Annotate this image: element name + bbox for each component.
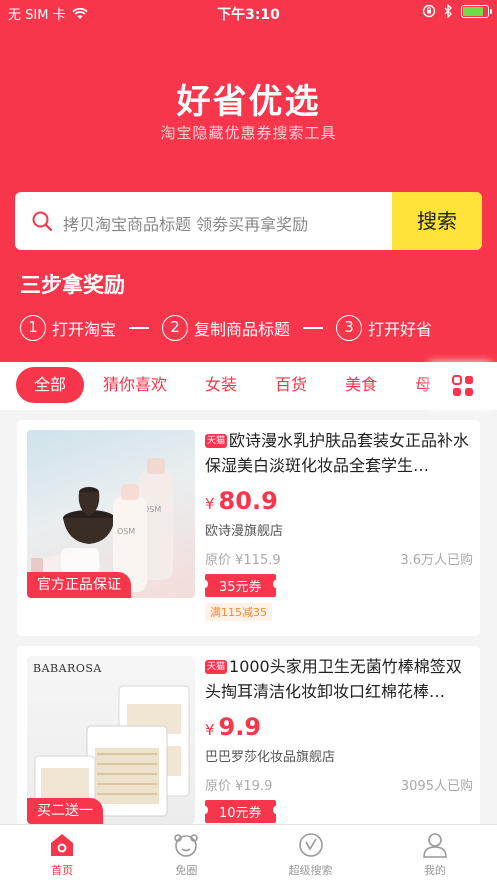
rotation-lock-icon <box>422 4 436 18</box>
bear-icon <box>174 834 199 857</box>
product-image[interactable]: BABAROSA 买二送一 <box>27 656 195 824</box>
svg-text:OSM: OSM <box>117 527 135 536</box>
category-tabs: 全部 猜你喜欢 女装 百货 美食 母 <box>0 362 497 410</box>
tab-food[interactable]: 美食 <box>326 367 396 403</box>
step-number: 1 <box>20 315 46 341</box>
nav-home[interactable]: 首页 <box>0 825 124 883</box>
coupon-badge[interactable]: 35元券 <box>202 574 279 597</box>
steps-title: 三步拿奖励 <box>20 273 125 297</box>
product-title[interactable]: 天猫 欧诗漫水乳护肤品套装女正品补水保湿美白淡斑化妆品全套学生… <box>205 428 473 478</box>
bottom-nav: 首页 免圈 超级搜索 我的 <box>0 824 497 883</box>
product-price: ¥80.9 <box>205 487 278 515</box>
user-icon <box>423 833 447 858</box>
search-button[interactable]: 搜索 <box>392 192 482 250</box>
home-icon <box>51 834 74 856</box>
step-1: 1 打开淘宝 <box>20 315 116 341</box>
product-card[interactable]: BABAROSA 买二送一 天猫 1000头家用卫生无菌竹棒棉签双头掏耳清洁化妆卸… <box>17 646 480 826</box>
step-number: 3 <box>336 315 363 341</box>
tmall-badge: 天猫 <box>205 434 228 448</box>
app-subtitle: 淘宝隐藏优惠券搜索工具 <box>160 124 337 142</box>
tmall-badge: 天猫 <box>205 660 228 674</box>
nav-label: 超级搜索 <box>288 864 333 877</box>
product-title[interactable]: 天猫 1000头家用卫生无菌竹棒棉签双头掏耳清洁化妆卸妆口红棉花棒… <box>205 654 473 704</box>
nav-super-search[interactable]: 超级搜索 <box>249 825 373 883</box>
product-price: ¥9.9 <box>205 713 262 741</box>
nav-mine[interactable]: 我的 <box>373 825 497 883</box>
image-badge: 官方正品保证 <box>27 572 131 598</box>
step-label: 复制商品标题 <box>194 320 291 339</box>
category-grid-icon[interactable] <box>452 375 474 397</box>
tab-general-goods[interactable]: 百货 <box>256 367 326 403</box>
step-label: 打开淘宝 <box>52 320 117 339</box>
nav-label: 首页 <box>51 864 74 877</box>
sold-count: 3.6万人已购 <box>400 553 473 568</box>
step-number: 2 <box>162 315 189 341</box>
tab-guess-you-like[interactable]: 猜你喜欢 <box>84 367 186 403</box>
steps-guide: 1 打开淘宝 2 复制商品标题 3 打开好省 <box>20 315 432 341</box>
sold-count: 3095人已购 <box>400 779 473 794</box>
shop-name: 欧诗漫旗舰店 <box>205 524 284 539</box>
hero-header: 下午3:10 无 SIM 卡 好省优选 淘宝隐藏优惠券搜索工具 拷贝淘宝商品标题… <box>0 0 497 362</box>
original-price: 原价 ¥115.9 <box>205 553 281 568</box>
search-bar[interactable]: 拷贝淘宝商品标题 领劵买再拿奖励 搜索 <box>15 192 482 250</box>
wifi-icon <box>71 7 88 19</box>
image-badge: 买二送一 <box>27 798 103 824</box>
step-divider <box>129 327 150 329</box>
nav-label: 我的 <box>423 864 446 877</box>
shop-name: 巴巴罗莎化妆品旗舰店 <box>205 750 336 765</box>
product-image[interactable]: OSM OSM 官方正品保证 <box>27 430 195 598</box>
carrier-label: 无 SIM 卡 <box>8 8 66 23</box>
battery-icon <box>461 4 492 18</box>
coupon-badge[interactable]: 10元券 <box>202 800 279 823</box>
tab-womens-clothing[interactable]: 女装 <box>186 367 256 403</box>
app-title: 好省优选 <box>176 82 321 122</box>
product-card[interactable]: OSM OSM 官方正品保证 天猫 欧诗漫水乳护肤品套装女正品补水保湿美白淡斑化妆… <box>17 420 480 636</box>
original-price: 原价 ¥19.9 <box>205 779 273 794</box>
step-3: 3 打开好省 <box>336 315 432 341</box>
brand-logo-text: BABAROSA <box>33 662 102 675</box>
nav-label: 免圈 <box>175 864 198 877</box>
nav-coupon-circle[interactable]: 免圈 <box>124 825 248 883</box>
search-icon <box>32 211 53 232</box>
promo-tag: 满115减35 <box>205 603 272 621</box>
search-input[interactable]: 拷贝淘宝商品标题 领劵买再拿奖励 <box>63 211 308 235</box>
super-search-icon <box>298 833 323 857</box>
step-divider <box>303 327 324 329</box>
step-2: 2 复制商品标题 <box>162 315 290 341</box>
bluetooth-icon <box>444 4 452 18</box>
status-bar: 下午3:10 无 SIM 卡 <box>0 0 497 26</box>
tab-all[interactable]: 全部 <box>16 367 85 403</box>
step-label: 打开好省 <box>368 320 433 339</box>
